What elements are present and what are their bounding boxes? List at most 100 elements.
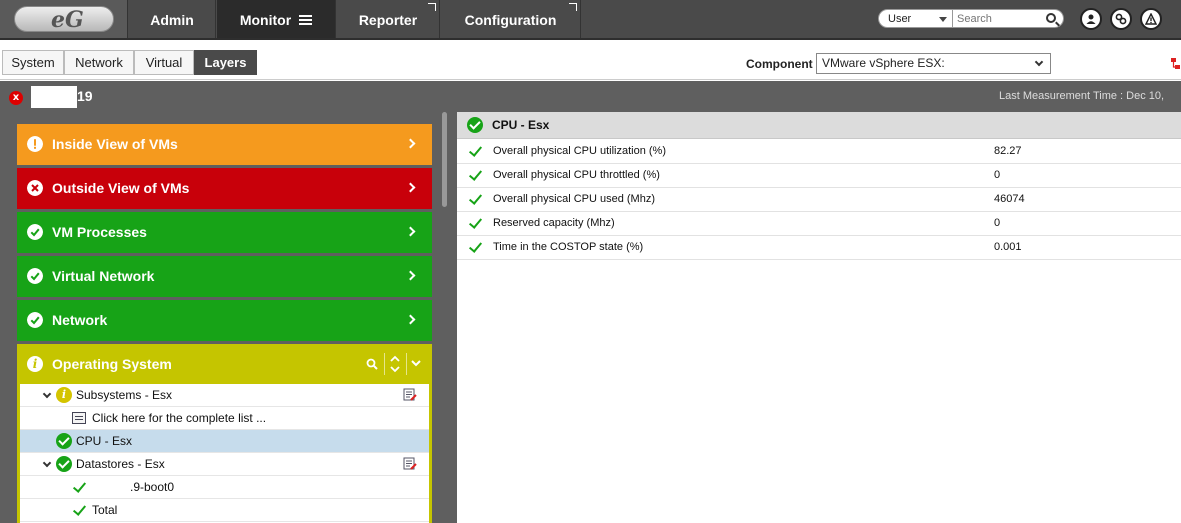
info-icon: i (27, 356, 43, 372)
search-icon[interactable] (366, 358, 378, 370)
metric-value: 0 (994, 169, 1001, 181)
component-select[interactable]: VMware vSphere ESX: (816, 53, 1051, 74)
link-icon (1115, 13, 1127, 25)
chevron-down-icon (1034, 57, 1044, 67)
ok-icon (27, 312, 43, 328)
tree-label: Click here for the complete list ... (92, 411, 267, 425)
tree-row-total[interactable]: Total (20, 499, 429, 522)
alarm-button[interactable] (1140, 8, 1162, 30)
tree-row-complete-list[interactable]: Click here for the complete list ... (20, 407, 429, 430)
tab-system-label: System (11, 55, 55, 70)
layer-label: Outside View of VMs (52, 180, 190, 196)
search-input[interactable] (957, 10, 1043, 27)
os-test-tree: i Subsystems - Esx Click here for the co… (20, 384, 429, 523)
tree-row-subsystems[interactable]: i Subsystems - Esx (20, 384, 429, 407)
critical-icon (27, 180, 43, 196)
edit-thresholds-icon[interactable] (403, 457, 417, 471)
expand-collapse-icon[interactable] (389, 354, 401, 374)
component-label: Component (746, 57, 813, 71)
tree-label: CPU - Esx (76, 434, 133, 448)
logo-badge: eG (14, 6, 114, 33)
chevron-right-icon (405, 182, 416, 193)
operating-system-header[interactable]: i Operating System (17, 344, 432, 384)
layer-outside-view-of-vms[interactable]: Outside View of VMs (17, 168, 432, 209)
ok-icon (467, 117, 483, 133)
list-icon (72, 412, 86, 424)
layer-virtual-network[interactable]: Virtual Network (17, 256, 432, 297)
layer-inside-view-of-vms[interactable]: Inside View of VMs (17, 124, 432, 165)
caret-down-icon (939, 17, 947, 22)
layer-label: Network (52, 312, 108, 328)
chevron-down-icon[interactable] (42, 458, 52, 468)
logo-text: eG (51, 7, 84, 33)
metric-row[interactable]: Overall physical CPU throttled (%) 0 (457, 164, 1181, 188)
layer-label: VM Processes (52, 224, 147, 240)
menu-icon[interactable] (299, 15, 313, 26)
metric-row[interactable]: Overall physical CPU used (Mhz) 46074 (457, 188, 1181, 212)
redacted-datastore-name (90, 479, 134, 495)
search-scope-select[interactable]: User (878, 9, 953, 28)
topology-icon[interactable] (1170, 57, 1181, 71)
metric-row[interactable]: Overall physical CPU utilization (%) 82.… (457, 140, 1181, 164)
alarm-icon (1145, 13, 1157, 25)
metric-value: 46074 (994, 193, 1025, 205)
metric-row[interactable]: Time in the COSTOP state (%) 0.001 (457, 236, 1181, 260)
chevron-down-icon[interactable] (410, 359, 422, 369)
tree-row-datastores[interactable]: Datastores - Esx (20, 453, 429, 476)
divider (406, 353, 407, 375)
tab-layers-label: Layers (204, 55, 247, 70)
nav-admin-label: Admin (150, 12, 194, 28)
layer-vm-processes[interactable]: VM Processes (17, 212, 432, 253)
chevron-right-icon (405, 270, 416, 281)
search-scope-value: User (888, 13, 912, 25)
chevron-down-icon[interactable] (42, 389, 52, 399)
nav-monitor-label: Monitor (239, 12, 292, 28)
nav-configuration[interactable]: Configuration (441, 0, 581, 38)
tree-row-cpu[interactable]: CPU - Esx (20, 430, 429, 453)
info-icon: i (56, 387, 72, 403)
measurements-panel: CPU - Esx Overall physical CPU utilizati… (457, 112, 1181, 523)
tab-network[interactable]: Network (64, 50, 134, 75)
nav-configuration-label: Configuration (464, 12, 557, 28)
tree-label: Datastores - Esx (76, 457, 165, 471)
check-icon (72, 502, 87, 516)
metric-name: Reserved capacity (Mhz) (493, 217, 615, 229)
edit-thresholds-icon[interactable] (403, 388, 417, 402)
links-button[interactable] (1110, 8, 1132, 30)
metric-name: Overall physical CPU utilization (%) (493, 145, 666, 157)
nav-reporter[interactable]: Reporter (337, 0, 440, 38)
tree-row-boot[interactable]: .9-boot0 (20, 476, 429, 499)
ok-icon (27, 224, 43, 240)
layer-label: Inside View of VMs (52, 136, 178, 152)
check-icon (468, 191, 483, 205)
user-icon (1086, 14, 1096, 24)
user-profile-button[interactable] (1080, 8, 1102, 30)
check-icon (468, 215, 483, 229)
nav-admin[interactable]: Admin (129, 0, 216, 38)
tab-layers[interactable]: Layers (194, 50, 257, 75)
scrollbar-thumb[interactable] (442, 112, 447, 207)
nav-monitor[interactable]: Monitor (217, 0, 336, 38)
search-icon[interactable] (1046, 13, 1056, 23)
tree-label: Total (92, 503, 118, 517)
layers-panel: Inside View of VMs Outside View of VMs V… (0, 112, 448, 523)
layer-network[interactable]: Network (17, 300, 432, 341)
ok-icon (27, 268, 43, 284)
metric-value: 0.001 (994, 241, 1022, 253)
tab-virtual[interactable]: Virtual (134, 50, 194, 75)
chevron-right-icon (405, 314, 416, 325)
ok-icon (56, 433, 72, 449)
check-icon (468, 167, 483, 181)
check-icon (468, 143, 483, 157)
metric-name: Overall physical CPU throttled (%) (493, 169, 660, 181)
eg-logo[interactable]: eG (0, 0, 128, 38)
sub-tab-bar: System Network Virtual Layers Component … (0, 42, 1181, 80)
component-select-value: VMware vSphere ESX: (822, 56, 945, 70)
metric-value: 0 (994, 217, 1001, 229)
layer-tools (357, 344, 432, 384)
panel-divider[interactable] (448, 112, 457, 523)
tab-system[interactable]: System (2, 50, 64, 75)
warning-icon (27, 136, 43, 152)
metric-row[interactable]: Reserved capacity (Mhz) 0 (457, 212, 1181, 236)
divider (384, 353, 385, 375)
